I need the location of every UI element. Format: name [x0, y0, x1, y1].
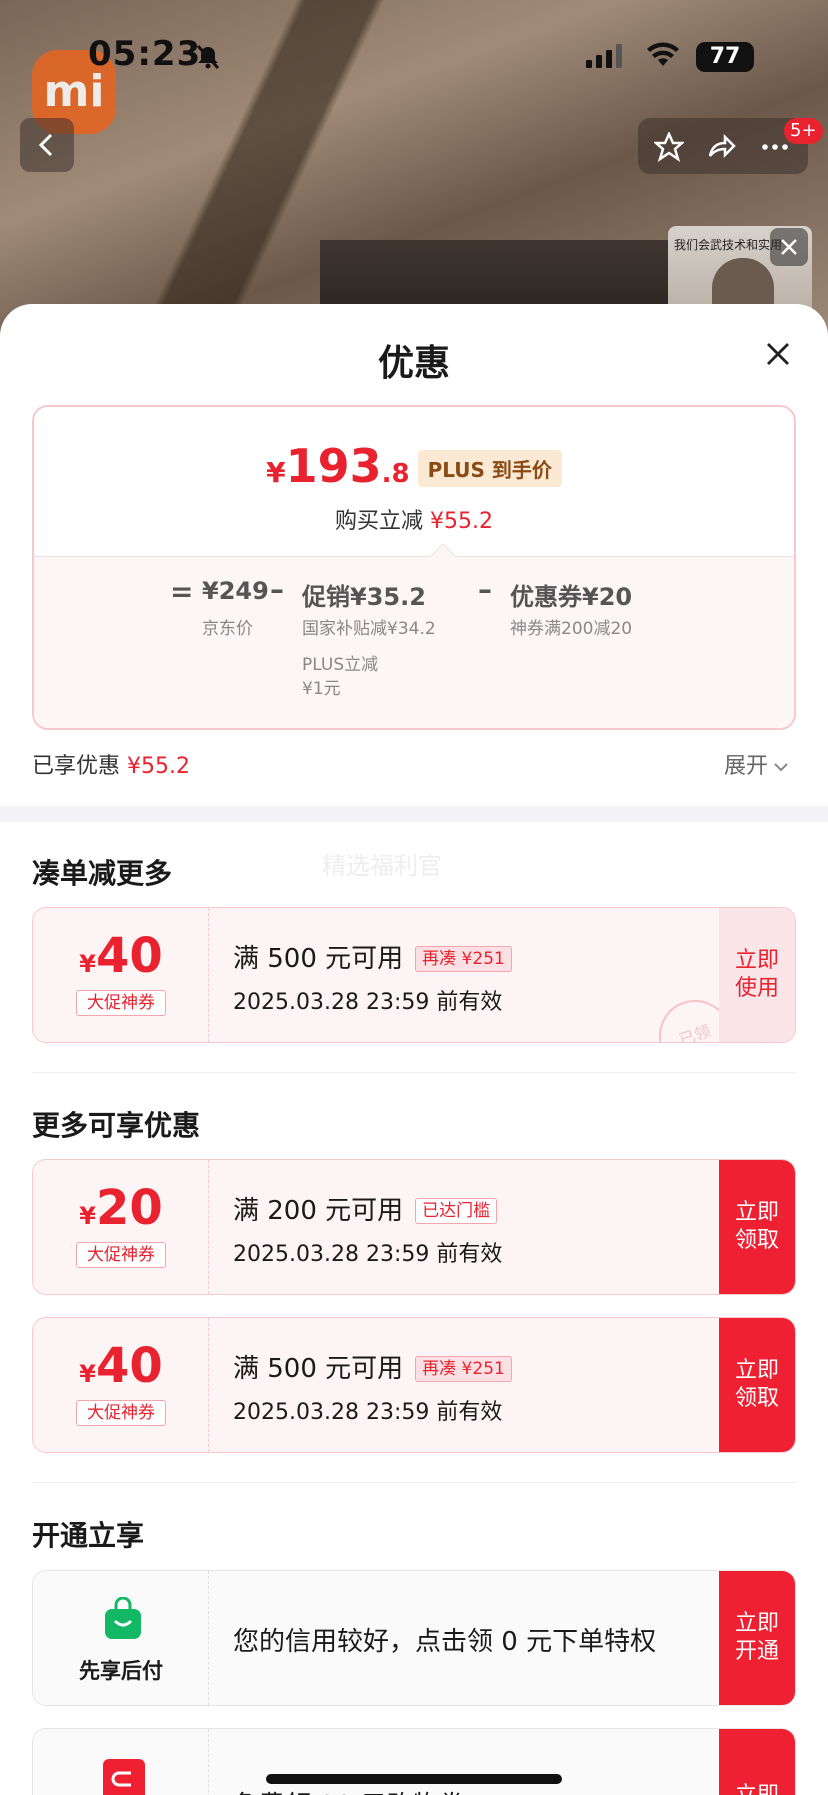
bell-muted-icon	[196, 44, 220, 70]
section-title-activate: 开通立享	[32, 1519, 145, 1552]
claim-now-button[interactable]: 立即	[719, 1729, 795, 1795]
coupon-expiry: 2025.03.28 23:59 前有效	[233, 1400, 503, 1425]
home-indicator[interactable]	[266, 1774, 562, 1784]
coupon-condition-label: 神券满200减20	[510, 619, 633, 639]
back-button[interactable]	[20, 118, 74, 172]
final-price: ¥193.8	[266, 439, 410, 493]
chevron-down-icon	[774, 763, 788, 772]
section-divider-line	[32, 1482, 796, 1483]
battery-indicator: 77	[696, 42, 754, 72]
watermark-text: 精选福利官	[322, 852, 442, 880]
shopping-bag-icon	[105, 1597, 141, 1639]
sheet-title: 优惠	[377, 343, 450, 384]
final-price-row: ¥193.8 PLUS 到手价	[34, 439, 794, 499]
coupon-type-tag: 大促神券	[76, 990, 166, 1016]
coupon-threshold-tag: 已达门槛	[415, 1198, 498, 1224]
coupon-expiry: 2025.03.28 23:59 前有效	[233, 990, 503, 1015]
minus-sign: –	[478, 573, 492, 606]
section-divider	[0, 806, 828, 822]
discount-bottom-sheet: 优惠 ¥193.8 PLUS 到手价 购买立减 ¥55.2 = ¥249 京东价 …	[0, 304, 828, 1795]
membership-label: 先享后付	[79, 1659, 163, 1683]
activate-now-button[interactable]: 立即 开通	[719, 1571, 795, 1705]
coupon-amount: ¥40	[79, 928, 163, 984]
purchase-reduction-line: 购买立减 ¥55.2	[335, 509, 493, 534]
promo-value: 促销¥35.2	[302, 583, 426, 611]
price-calculation-area: = ¥249 京东价 – 促销¥35.2 国家补贴减¥34.2 PLUS立减 ¥…	[34, 556, 794, 728]
use-now-button[interactable]: 立即 使用	[719, 908, 795, 1042]
cellular-signal-icon	[586, 44, 622, 68]
coupon-condition: 满 500 元可用 再凑 ¥251	[233, 1348, 512, 1385]
equals-sign: =	[170, 575, 194, 608]
coupon-amount: ¥20	[79, 1180, 163, 1236]
top-action-group	[638, 118, 808, 174]
plus-reduce-amount: ¥1元	[302, 679, 341, 699]
national-subsidy-label: 国家补贴减¥34.2	[302, 619, 436, 639]
price-breakdown-card: ¥193.8 PLUS 到手价 购买立减 ¥55.2 = ¥249 京东价 – 促…	[32, 405, 796, 730]
shopping-voucher-icon	[103, 1759, 145, 1795]
coupon-card: ¥40 大促神券 满 500 元可用 再凑 ¥251 2025.03.28 23:…	[32, 1317, 796, 1453]
plus-price-tag: PLUS 到手价	[417, 450, 562, 487]
base-price-value: ¥249	[202, 577, 269, 605]
share-icon[interactable]	[706, 132, 736, 162]
wifi-icon	[647, 42, 679, 66]
coupon-condition: 满 500 元可用 再凑 ¥251	[233, 938, 512, 975]
membership-card: 免费领 30 元购物券 立即	[32, 1728, 796, 1795]
status-time: 05:23	[88, 34, 202, 74]
enjoyed-discount: 已享优惠 ¥55.2	[32, 754, 190, 779]
coupon-gap-tag: 再凑 ¥251	[415, 1356, 512, 1382]
more-badge: 5+	[784, 118, 823, 144]
star-favorite-icon[interactable]	[654, 132, 684, 162]
coupon-amount-area: ¥40 大促神券	[33, 908, 209, 1042]
expand-button[interactable]: 展开	[724, 748, 790, 780]
claim-now-button[interactable]: 立即 领取	[719, 1318, 795, 1452]
floating-video-close-button[interactable]	[770, 228, 808, 266]
minus-sign: –	[270, 573, 284, 606]
floating-video-caption: 我们会武技术和实用	[674, 238, 783, 252]
coupon-card: ¥20 大促神券 满 200 元可用 已达门槛 2025.03.28 23:59 …	[32, 1159, 796, 1295]
coupon-type-tag: 大促神券	[76, 1242, 166, 1268]
coupon-value: 优惠券¥20	[510, 583, 633, 611]
membership-text: 免费领 30 元购物券	[233, 1785, 465, 1795]
coupon-amount: ¥40	[79, 1338, 163, 1394]
membership-icon-area: 先享后付	[33, 1571, 209, 1705]
coupon-type-tag: 大促神券	[76, 1400, 166, 1426]
claim-now-button[interactable]: 立即 领取	[719, 1160, 795, 1294]
section-title-combine: 凑单减更多	[32, 857, 173, 890]
membership-icon-area	[33, 1729, 209, 1795]
coupon-expiry: 2025.03.28 23:59 前有效	[233, 1242, 503, 1267]
chevron-left-icon	[38, 133, 53, 157]
membership-card: 先享后付 您的信用较好，点击领 0 元下单特权 立即 开通	[32, 1570, 796, 1706]
membership-text: 您的信用较好，点击领 0 元下单特权	[233, 1627, 657, 1657]
coupon-gap-tag: 再凑 ¥251	[415, 946, 512, 972]
close-icon	[781, 239, 797, 255]
sheet-close-icon[interactable]	[760, 336, 796, 372]
base-price-label: 京东价	[202, 619, 253, 639]
plus-reduce-label: PLUS立减	[302, 655, 379, 675]
coupon-condition: 满 200 元可用 已达门槛	[233, 1190, 498, 1227]
status-bar: 05:23 77	[0, 0, 828, 110]
section-divider-line	[32, 1072, 796, 1073]
coupon-amount-area: ¥20 大促神券	[33, 1160, 209, 1294]
coupon-amount-area: ¥40 大促神券	[33, 1318, 209, 1452]
coupon-card: ¥40 大促神券 满 500 元可用 再凑 ¥251 2025.03.28 23:…	[32, 907, 796, 1043]
section-title-more: 更多可享优惠	[32, 1109, 201, 1142]
